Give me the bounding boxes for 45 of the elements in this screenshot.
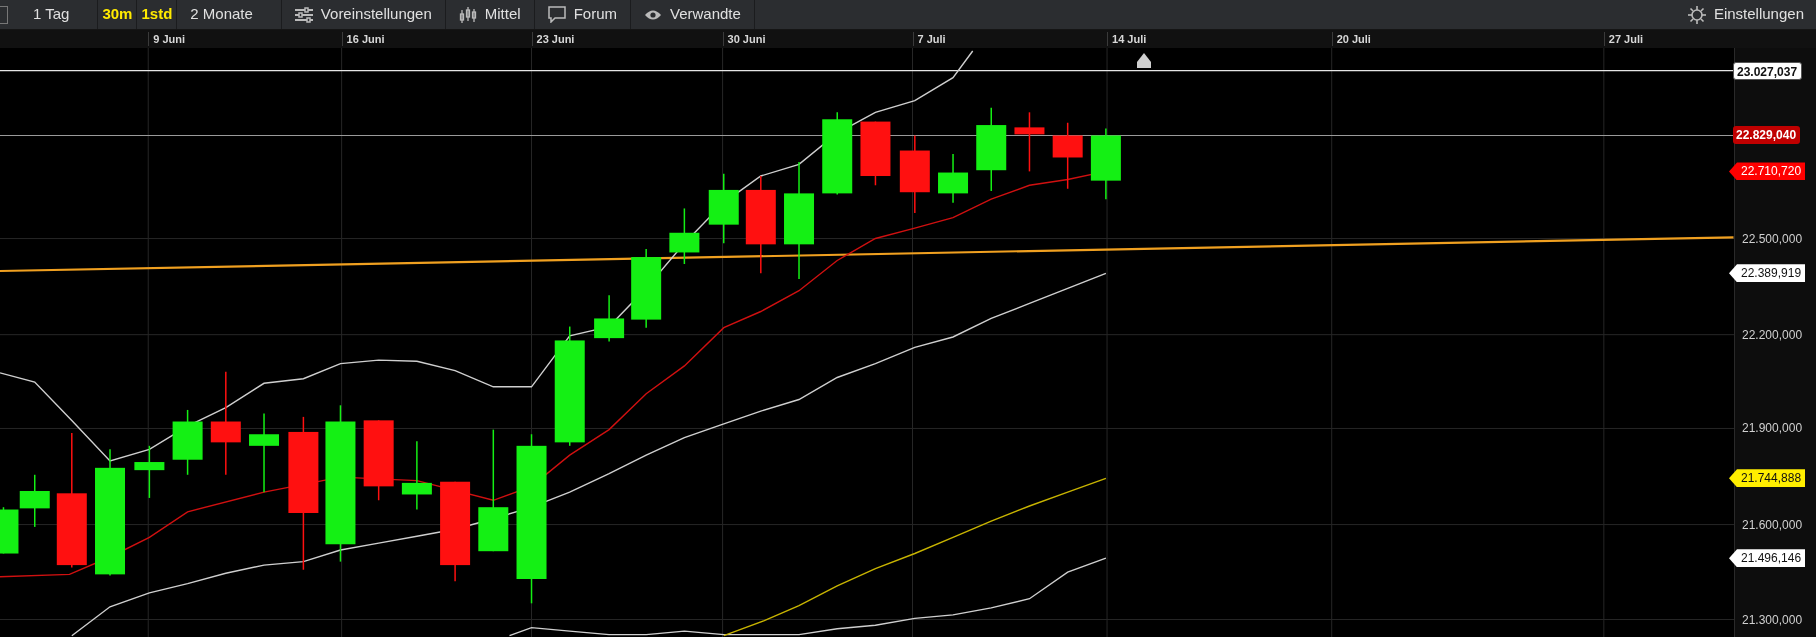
settings-button[interactable]: Einstellungen xyxy=(1675,0,1816,29)
candlestick xyxy=(860,120,891,187)
price-label: 21.300,000 xyxy=(1742,612,1803,627)
toolbar-button[interactable]: Verwandte xyxy=(630,0,755,29)
price-tag: 21.496,146 xyxy=(1729,549,1806,568)
date-label: 9 Juni xyxy=(148,32,185,46)
price-label: 22.200,000 xyxy=(1742,327,1803,342)
price-tag: 22.389,919 xyxy=(1729,264,1806,283)
marker-icon[interactable] xyxy=(1137,53,1151,68)
price-label: 21.600,000 xyxy=(1742,517,1803,532)
interval-button[interactable]: 1std xyxy=(137,0,178,29)
speech-bubble-icon xyxy=(547,6,566,23)
price-tag: 22.710,720 xyxy=(1729,162,1806,181)
date-label: 14 Juli xyxy=(1107,32,1147,46)
date-label: 7 Juli xyxy=(912,32,946,46)
date-label: 30 Juni xyxy=(722,32,766,46)
settings-icon xyxy=(1687,5,1706,24)
toolbar-button[interactable]: Mittel xyxy=(445,0,535,29)
price-tag: 21.744,888 xyxy=(1729,469,1806,488)
panel-toggle-icon[interactable] xyxy=(0,5,8,24)
price-label: 22.500,000 xyxy=(1742,231,1803,246)
date-label: 20 Juli xyxy=(1331,32,1371,46)
candlestick xyxy=(134,445,165,499)
toolbar-button[interactable]: Forum xyxy=(534,0,631,29)
range-button[interactable]: 1 Tag xyxy=(20,0,99,29)
date-label: 23 Juni xyxy=(531,32,575,46)
candlestick xyxy=(669,207,700,265)
date-label: 27 Juli xyxy=(1603,32,1644,46)
interval-button[interactable]: 30m xyxy=(98,0,138,29)
candlestick xyxy=(938,153,969,204)
price-tag: 22.829,040 xyxy=(1733,126,1801,145)
candlestick xyxy=(1052,122,1083,190)
candlestick xyxy=(1014,111,1045,173)
price-label: 21.900,000 xyxy=(1742,421,1803,436)
eye-icon xyxy=(643,8,662,21)
candlestick xyxy=(594,294,625,343)
date-label: 16 Juni xyxy=(341,32,385,46)
toolbar-button[interactable]: Voreinstellungen xyxy=(281,0,446,29)
price-tag: 23.027,037 xyxy=(1733,61,1803,80)
candlestick xyxy=(401,440,432,511)
range-button[interactable]: 2 Monate xyxy=(177,0,282,29)
candlestick-icon xyxy=(458,5,477,24)
sliders-icon xyxy=(294,6,313,23)
candlestick xyxy=(708,172,739,244)
candlestick xyxy=(172,409,203,476)
